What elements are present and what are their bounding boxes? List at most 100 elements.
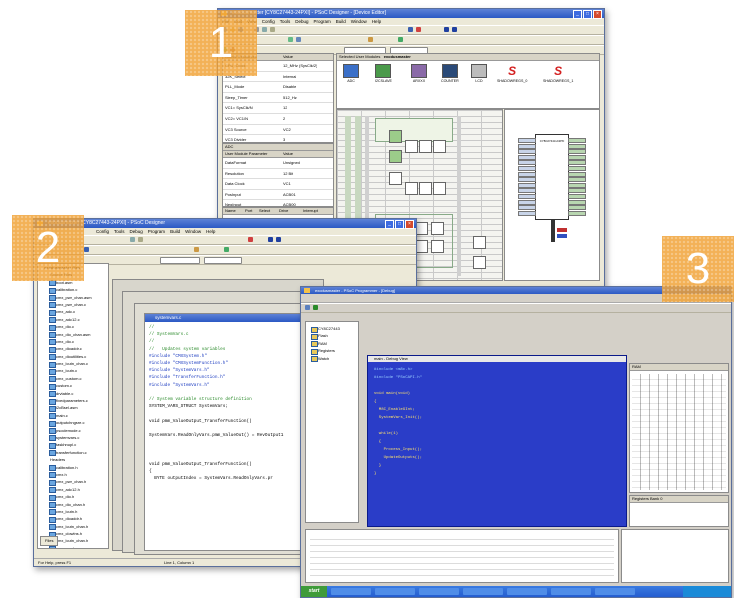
tree-file[interactable]: cmx_adc12.h [38, 486, 108, 494]
minimize-icon[interactable]: _ [573, 10, 582, 19]
tree-file[interactable]: cmx_custom.c [38, 375, 108, 383]
table-row[interactable]: VC1= SysClk/N 12 [223, 103, 333, 114]
tree-file[interactable]: cmx_dioutilities.c [38, 353, 108, 361]
nav-icon[interactable] [84, 247, 89, 252]
pin-marker[interactable] [557, 228, 567, 232]
module-i2cslave[interactable]: I2CSLAVE [375, 64, 392, 83]
pin-icon[interactable] [368, 37, 373, 42]
module-arxxx[interactable]: ARXXX [411, 64, 427, 83]
tile-icon[interactable] [268, 237, 273, 242]
analog-block[interactable] [433, 182, 446, 195]
table-row[interactable]: DataFormat Unsigned [223, 158, 333, 169]
port-select[interactable] [204, 257, 242, 264]
analog-block[interactable] [473, 236, 486, 249]
chip-pin[interactable] [518, 138, 536, 143]
chip-pin[interactable] [568, 194, 586, 199]
menu-tools[interactable]: Tools [114, 228, 125, 235]
table-row[interactable]: PosInput ACB01 [223, 190, 333, 201]
registers-tab[interactable]: Registers Bank 0 [630, 496, 728, 503]
maximize-icon[interactable]: □ [583, 10, 592, 19]
analog-block[interactable] [473, 256, 486, 269]
tree-file[interactable]: cmx_lcutn.h [38, 508, 108, 516]
tree-file[interactable]: cmx.h [38, 471, 108, 479]
chip-pin[interactable] [568, 205, 586, 211]
pin-marker[interactable] [557, 234, 567, 238]
tree-file[interactable]: custom.c [38, 382, 108, 390]
taskbar-item[interactable] [419, 588, 459, 595]
tree-folder-headers[interactable]: Headers [38, 456, 108, 463]
tree-file[interactable]: drvtable.c [38, 390, 108, 398]
taskbar-item[interactable] [507, 588, 547, 595]
analog-block[interactable] [405, 182, 418, 195]
menu-help[interactable]: Help [206, 228, 215, 235]
chip-pin[interactable] [568, 177, 586, 183]
taskbar-item[interactable] [463, 588, 503, 595]
analog-block[interactable] [431, 222, 444, 235]
chip-pin[interactable] [518, 154, 536, 160]
chip-pin[interactable] [568, 199, 586, 205]
copy-icon[interactable] [262, 27, 267, 32]
build-icon[interactable] [416, 27, 421, 32]
paste-icon[interactable] [270, 27, 275, 32]
analog-block[interactable] [419, 182, 432, 195]
tree-file[interactable]: cmx_dio.c [38, 338, 108, 346]
taskbar-item[interactable] [595, 588, 635, 595]
chip-pin[interactable] [518, 160, 536, 166]
tree-file[interactable]: cmx_adc12.c [38, 316, 108, 324]
tree-file[interactable]: cmx_pwr_chan.h [38, 478, 108, 486]
tree-file[interactable]: outputchngsre.c [38, 419, 108, 427]
chip-pin[interactable] [518, 177, 536, 183]
menu-debug[interactable]: Debug [130, 228, 143, 235]
ram-tab[interactable]: RAM [630, 364, 728, 371]
chip-pin[interactable] [518, 171, 536, 177]
menu-program[interactable]: Program [148, 228, 165, 235]
tree-file[interactable]: i2cBsel.asm [38, 404, 108, 412]
paste-icon[interactable] [138, 237, 143, 242]
tree-file[interactable]: cmx_lcutn_chan.c [38, 360, 108, 368]
chip-pin[interactable] [518, 210, 536, 216]
chip-pin[interactable] [568, 143, 586, 149]
place-icon[interactable] [224, 247, 229, 252]
tree-item[interactable]: Flash [306, 332, 358, 340]
connect-icon[interactable] [296, 37, 301, 42]
chip-pin[interactable] [518, 205, 536, 211]
tile-icon[interactable] [444, 27, 449, 32]
tree-file[interactable]: cmx_dio_chan.h [38, 501, 108, 508]
chip-pin[interactable] [568, 154, 586, 160]
chip-pin[interactable] [568, 210, 586, 216]
menu-debug[interactable]: Debug [295, 18, 308, 25]
analog-block[interactable] [431, 240, 444, 253]
tree-file[interactable]: fixedparameters.c [38, 397, 108, 405]
table-row[interactable]: Sleep_Timer 512_Hz [223, 93, 333, 104]
place-icon[interactable] [398, 37, 403, 42]
chip-pin[interactable] [518, 194, 536, 199]
tree-file[interactable]: cmx_pwr_chan.c [38, 301, 108, 309]
menu-config[interactable]: Config [96, 228, 109, 235]
table-row[interactable]: Resolution 12 Bit [223, 169, 333, 180]
close-icon[interactable]: × [405, 220, 414, 229]
tree-item[interactable]: Watch [306, 355, 358, 363]
start-button[interactable]: start [301, 586, 327, 597]
tree-item[interactable]: Registers [306, 347, 358, 355]
zoom-icon[interactable] [408, 27, 413, 32]
tree-file[interactable]: cmx_dioaddr.h [38, 515, 108, 523]
tree-file[interactable]: systemvars.c [38, 434, 108, 442]
screen2-titlebar[interactable]: exodusmaster [CY8C27443-24PXI] - PSoC De… [34, 219, 416, 229]
table-row[interactable]: VC3 Divider 3 [223, 135, 333, 142]
table-row[interactable]: VC2= VC1/N 2 [223, 114, 333, 125]
tree-item[interactable]: RAM [306, 340, 358, 348]
module-shadowregs-0[interactable]: S SHADOWREGS_0 [497, 64, 527, 83]
module-counter[interactable]: COUNTER [441, 64, 459, 83]
chip-pin[interactable] [568, 188, 586, 194]
table-row[interactable]: Data Clock VC1 [223, 179, 333, 190]
debug-code-view[interactable]: main - Debug View #include <m8c.h> #inclu… [367, 355, 627, 527]
menu-window[interactable]: Window [351, 18, 367, 25]
block-select[interactable] [160, 257, 200, 264]
chip-pin[interactable] [568, 138, 586, 143]
menu-tools[interactable]: Tools [280, 18, 291, 25]
close-icon[interactable]: × [593, 10, 602, 19]
route-icon[interactable] [288, 37, 293, 42]
taskbar-item[interactable] [375, 588, 415, 595]
menu-build[interactable]: Build [170, 228, 180, 235]
tree-file[interactable]: calibration.c [38, 286, 108, 294]
